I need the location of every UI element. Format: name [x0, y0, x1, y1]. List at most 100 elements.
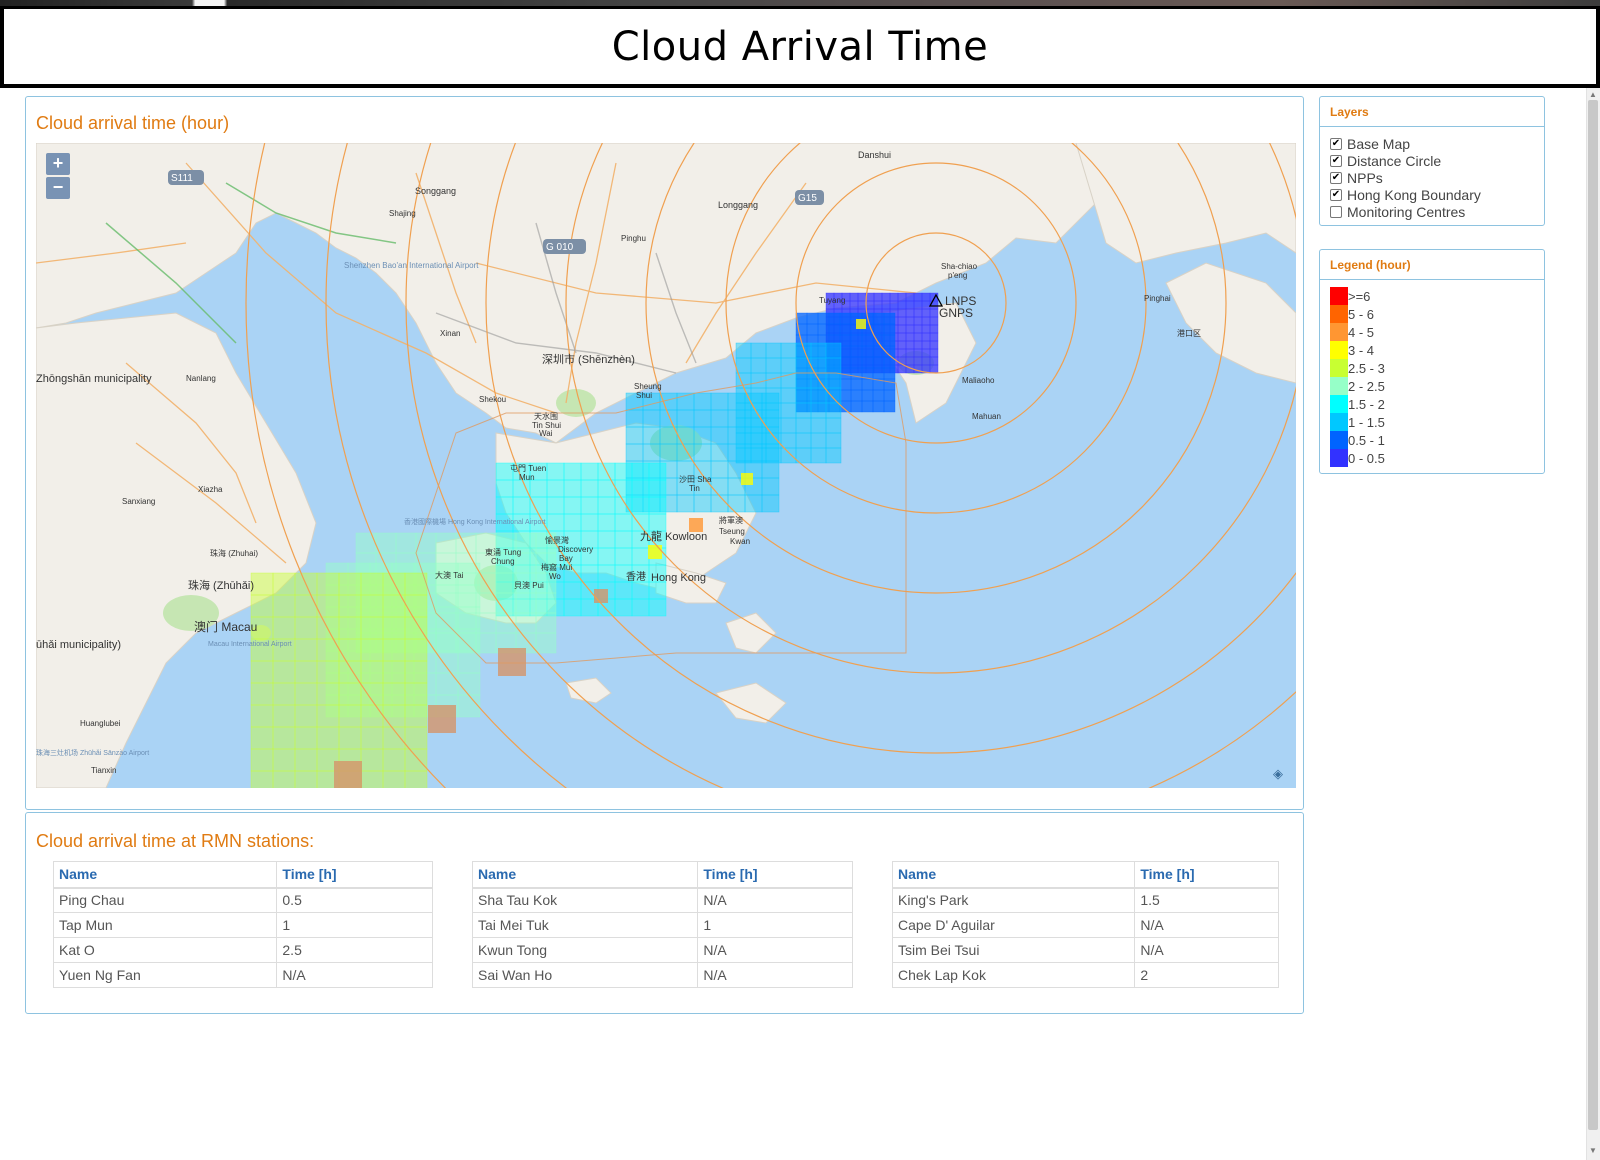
cloud-grid-cell: [404, 748, 428, 772]
cloud-grid-cell: [905, 316, 915, 326]
cloud-grid-cell: [710, 426, 729, 445]
cloud-grid-cell: [563, 581, 582, 600]
checkbox-checked-icon[interactable]: ✔: [1330, 137, 1342, 150]
cloud-grid-cell: [360, 638, 384, 662]
cloud-grid-cell: [693, 443, 712, 462]
cloud-grid-cell: [865, 292, 875, 302]
cloud-grid-cell: [761, 443, 780, 462]
station-time: 1: [697, 912, 853, 938]
column-header-name[interactable]: Name: [471, 861, 699, 889]
cloud-grid-cell: [873, 292, 883, 302]
cloud-grid-cell: [744, 443, 763, 462]
cloud-grid-cell: [850, 334, 863, 347]
checkbox-unchecked-icon[interactable]: [1330, 205, 1342, 218]
layer-label: Base Map: [1347, 135, 1411, 152]
map-place-label: 珠海 (Zhuhai): [210, 548, 258, 558]
checkbox-checked-icon[interactable]: ✔: [1330, 154, 1342, 167]
map-place-label: Discovery: [558, 545, 593, 554]
cloud-grid-cell: [857, 292, 867, 302]
legend-swatch: [1330, 287, 1348, 305]
scroll-down-arrow-icon[interactable]: ▼: [1588, 1146, 1598, 1156]
cloud-grid-cell: [404, 726, 428, 750]
cloud-grid-cell: [535, 612, 557, 634]
cloud-grid-cell: [360, 616, 384, 640]
cloud-grid-cell: [294, 726, 318, 750]
cloud-grid-cell: [316, 726, 340, 750]
cloud-grid-cell: [563, 462, 582, 481]
zoom-in-button[interactable]: +: [46, 153, 70, 175]
cloud-grid-cell: [780, 447, 797, 464]
checkbox-checked-icon[interactable]: ✔: [1330, 171, 1342, 184]
scrollbar-thumb[interactable]: [1588, 100, 1598, 1130]
legend-item: 1 - 1.5: [1320, 413, 1544, 431]
table-row: Sai Wan Ho N/A: [471, 962, 853, 988]
cloud-grid-cell: [839, 389, 852, 402]
layer-toggle-distance-circle[interactable]: ✔ Distance Circle: [1320, 152, 1544, 169]
station-name: Sai Wan Ho: [471, 962, 699, 988]
cloud-grid-cell: [929, 348, 939, 358]
station-table-1: Name Time [h] Ping Chau 0.5 Tap Mun 1 Kat O…: [52, 861, 433, 988]
map-canvas[interactable]: LNPS GNPS DanshuiS111SonggangShajingLong…: [36, 143, 1296, 788]
layer-toggle-npps[interactable]: ✔ NPPs: [1320, 169, 1544, 186]
cloud-grid-cell: [727, 426, 746, 445]
layer-toggle-monitoring-centres[interactable]: Monitoring Centres: [1320, 203, 1544, 220]
cloud-grid-cell: [395, 532, 417, 554]
cloud-grid-cell: [404, 660, 428, 684]
cloud-grid-cell: [929, 364, 939, 374]
map-place-label: Mahuan: [972, 412, 1001, 421]
cloud-grid-cell: [512, 479, 531, 498]
cloud-grid-cell: [435, 606, 459, 630]
cloud-grid-cell: [631, 547, 650, 566]
cloud-grid-cell: [780, 402, 797, 419]
cloud-grid-cell: [727, 443, 746, 462]
cloud-grid-cell: [294, 594, 318, 618]
cloud-grid-cell: [338, 682, 362, 706]
cloud-grid-cell: [360, 748, 384, 772]
column-header-name[interactable]: Name: [52, 861, 278, 889]
cloud-grid-cell: [710, 494, 729, 513]
map-place-label: 九龍 Kowloon: [640, 529, 707, 543]
cloud-grid-cell: [861, 356, 874, 369]
cloud-grid-cell: [642, 426, 661, 445]
layer-toggle-base-map[interactable]: ✔ Base Map: [1320, 135, 1544, 152]
cloud-grid-cell: [883, 323, 896, 336]
cloud-grid-cell: [614, 513, 633, 532]
cloud-grid-cell: [872, 356, 885, 369]
checkbox-checked-icon[interactable]: ✔: [1330, 188, 1342, 201]
zoom-out-button[interactable]: −: [46, 177, 70, 199]
map-place-label: G 010: [546, 242, 574, 253]
column-header-name[interactable]: Name: [891, 861, 1136, 889]
cloud-grid-cell: [250, 748, 274, 772]
cloud-grid-cell: [659, 409, 678, 428]
cloud-grid-cell: [693, 426, 712, 445]
cloud-grid-cell: [580, 564, 599, 583]
map-place-label: Shenzhen Bao'an International Airport: [344, 261, 479, 270]
stations-panel-title: Cloud arrival time at RMN stations:: [36, 831, 315, 851]
cloud-grid-cell: [580, 496, 599, 515]
cloud-grid-cell: [360, 726, 384, 750]
cloud-grid-cell: [839, 323, 852, 336]
column-header-time[interactable]: Time [h]: [1134, 861, 1279, 889]
cloud-grid-cell: [546, 513, 565, 532]
cloud-grid-cell: [889, 300, 899, 310]
cloud-grid-cell: [272, 616, 296, 640]
map-view[interactable]: LNPS GNPS Danshui S111 Songgang Shajing Long…: [36, 143, 1296, 788]
cloud-grid-cell: [693, 494, 712, 513]
cloud-grid-cell: [693, 409, 712, 428]
cloud-grid-cell: [795, 387, 812, 404]
cloud-grid-cell: [741, 473, 753, 485]
cloud-grid-cell: [810, 387, 827, 404]
cloud-grid-cell: [435, 584, 459, 608]
cloud-grid-cell: [913, 308, 923, 318]
cloud-grid-cell: [648, 462, 667, 481]
station-time: N/A: [697, 937, 853, 963]
cloud-grid-cell: [338, 594, 362, 618]
cloud-grid-cell: [250, 572, 274, 596]
column-header-time[interactable]: Time [h]: [276, 861, 433, 889]
layer-toggle-hong-kong-boundary[interactable]: ✔ Hong Kong Boundary: [1320, 186, 1544, 203]
scroll-up-arrow-icon[interactable]: ▲: [1588, 90, 1598, 100]
cloud-grid-cell: [614, 530, 633, 549]
column-header-time[interactable]: Time [h]: [697, 861, 853, 889]
cloud-grid-cell: [765, 372, 782, 389]
layer-switcher-icon[interactable]: ◈: [1270, 766, 1286, 782]
